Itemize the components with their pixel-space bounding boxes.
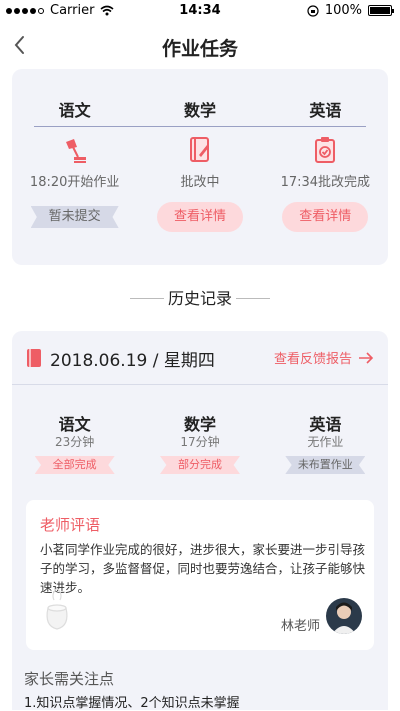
view-details-button-english[interactable]: 查看详情 xyxy=(282,202,369,232)
view-details-button-math[interactable]: 查看详情 xyxy=(156,202,243,232)
record-duration-english: 无作业 xyxy=(307,435,344,449)
record-subject-math: 数学 xyxy=(183,415,216,434)
page-title: 作业任务 xyxy=(161,38,238,60)
task-subject-chinese: 语文 xyxy=(58,101,91,120)
notebook-icon xyxy=(189,137,209,162)
task-status-math: 批改中 xyxy=(180,175,220,190)
vase-icon xyxy=(46,587,68,630)
teacher-name: 林老师 xyxy=(280,619,320,634)
record-duration-math: 17分钟 xyxy=(180,435,220,449)
status-bar: Carrier 14:34 100% xyxy=(0,0,400,22)
nav-bar: 作业任务 xyxy=(0,26,400,66)
status-badge-partial: 部分完成 xyxy=(159,456,240,474)
feedback-link-label: 查看反馈报告 xyxy=(273,352,352,367)
avatar xyxy=(326,598,362,634)
task-subject-english: 英语 xyxy=(309,101,342,120)
divider xyxy=(34,126,366,127)
teacher-comment-card: 老师评语 小茗同学作业完成的很好，进步很大，家长要进一步引导孩子的学习，多监督督… xyxy=(26,500,374,650)
divider xyxy=(12,384,388,385)
comment-text: 小茗同学作业完成的很好，进步很大，家长要进一步引导孩子的学习，多监督督促，同时也… xyxy=(40,542,366,595)
parent-notes-title: 家长需关注点 xyxy=(24,670,115,688)
parent-notes-text: 1.知识点掌握情况、2个知识点未掌握 xyxy=(24,696,240,711)
history-header: 历史记录 xyxy=(0,287,400,311)
battery-percent: 100% xyxy=(324,3,362,18)
record-subject-english: 英语 xyxy=(309,415,342,434)
task-card: 语文 数学 英语 18:20开始作业 批改中 17:34批改完成 暂未提交 查看… xyxy=(12,69,388,265)
battery-icon xyxy=(368,5,394,16)
view-feedback-report-link[interactable]: 查看反馈报告 xyxy=(274,348,374,367)
not-submitted-badge: 暂未提交 xyxy=(30,206,119,228)
record-duration-chinese: 23分钟 xyxy=(55,435,95,449)
status-badge-all-done: 全部完成 xyxy=(34,456,115,474)
task-subject-math: 数学 xyxy=(183,101,216,120)
lamp-icon xyxy=(65,139,86,163)
book-icon xyxy=(27,349,41,367)
task-status-english: 17:34批改完成 xyxy=(280,175,371,190)
history-title: 历史记录 xyxy=(167,289,232,308)
comment-title: 老师评语 xyxy=(40,516,101,534)
arrow-right-icon xyxy=(359,351,374,364)
record-date: 2018.06.19 / 星期四 xyxy=(50,351,215,371)
record-subject-chinese: 语文 xyxy=(58,415,91,434)
status-badge-no-homework: 未布置作业 xyxy=(285,456,366,474)
orientation-lock-icon xyxy=(307,4,319,17)
history-record-card: 2018.06.19 / 星期四 查看反馈报告 语文 数学 英语 23分钟 17… xyxy=(12,331,388,711)
clipboard-check-icon xyxy=(315,137,336,163)
task-status-chinese: 18:20开始作业 xyxy=(29,175,120,190)
